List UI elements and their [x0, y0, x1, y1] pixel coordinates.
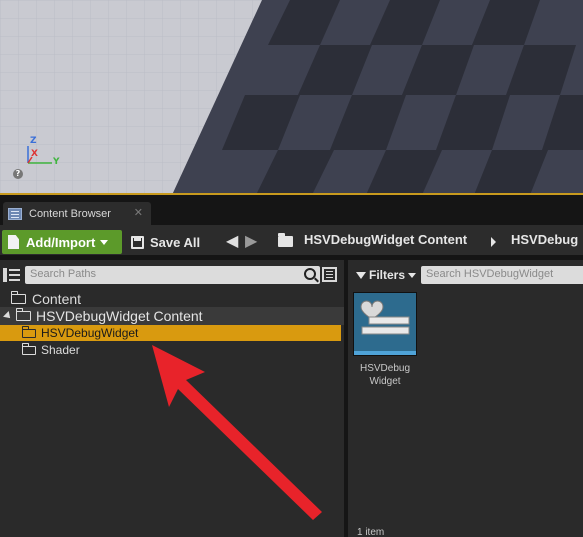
folder-icon — [22, 325, 36, 338]
filters-label: Filters — [369, 268, 406, 282]
new-file-icon — [8, 235, 19, 249]
asset-tile[interactable] — [353, 292, 417, 356]
filters-button[interactable]: Filters — [356, 268, 417, 282]
save-all-label: Save All — [150, 234, 201, 250]
back-arrow-icon[interactable]: ◀ — [226, 233, 238, 249]
axis-x-label: X — [31, 149, 38, 159]
tree-item-label: Content — [32, 291, 82, 307]
view-options-icon[interactable] — [322, 267, 337, 282]
breadcrumb-separator-icon[interactable] — [491, 237, 496, 247]
sources-panel: Search Paths Content HSVDebugWidget Cont… — [0, 260, 344, 537]
folder-icon — [11, 291, 26, 304]
close-icon[interactable]: ✕ — [134, 206, 143, 219]
tree-item-label: HSVDebugWidget — [41, 326, 139, 340]
tree-item-content[interactable]: Content — [11, 291, 81, 307]
axis-z-label: Z — [30, 136, 37, 146]
breadcrumb-item-content[interactable]: HSVDebugWidget Content — [304, 232, 467, 247]
content-browser-icon — [8, 207, 22, 220]
save-icon — [131, 235, 144, 249]
widget-blueprint-icon — [360, 300, 410, 335]
item-count: 1 item — [357, 527, 385, 537]
expand-arrow-icon[interactable] — [3, 311, 13, 321]
tree-item-label: Shader — [41, 343, 80, 357]
chevron-down-icon — [100, 239, 109, 245]
asset-name: HSVDebug Widget — [348, 362, 422, 388]
asset-type-strip — [354, 351, 416, 355]
search-paths-placeholder: Search Paths — [30, 268, 97, 280]
content-browser-toolbar: Add/Import Save All ◀ ▶ HSVDebugWidget C… — [0, 225, 583, 255]
tab-content-browser[interactable]: Content Browser ✕ — [3, 202, 151, 225]
add-import-label: Add/Import — [26, 234, 96, 250]
add-import-button[interactable]: Add/Import — [2, 230, 122, 254]
forward-arrow-icon[interactable]: ▶ — [245, 233, 257, 249]
folder-icon — [22, 342, 36, 355]
search-paths-input[interactable]: Search Paths — [25, 266, 320, 284]
tree-item-hsvdebugwidget-content[interactable]: HSVDebugWidget Content — [0, 307, 344, 325]
breadcrumb-item-widget[interactable]: HSVDebug — [511, 232, 578, 247]
toggle-sources-icon[interactable] — [3, 267, 21, 283]
search-assets-placeholder: Search HSVDebugWidget — [426, 268, 554, 280]
help-icon[interactable]: ? — [13, 169, 23, 179]
asset-name-line2: Widget — [369, 376, 401, 387]
tree-item-shader[interactable]: Shader — [0, 342, 80, 358]
folder-open-icon — [16, 308, 31, 321]
editor-window: Z X Y ? Content Browser ✕ Add/Import Sav… — [0, 0, 583, 537]
level-viewport[interactable]: Z X Y ? — [0, 0, 583, 195]
asset-name-line1: HSVDebug — [359, 363, 411, 374]
folder-open-icon[interactable] — [278, 233, 293, 247]
viewport-scene — [0, 0, 583, 195]
tab-label: Content Browser — [29, 207, 111, 220]
asset-view-panel: Filters Search HSVDebugWidget HSVDebug W… — [348, 260, 583, 537]
tab-bar: Content Browser ✕ — [0, 195, 583, 225]
save-all-button[interactable]: Save All — [128, 230, 218, 254]
content-browser: Content Browser ✕ Add/Import Save All ◀ … — [0, 195, 583, 537]
filter-icon — [356, 271, 366, 279]
tree-item-label: HSVDebugWidget Content — [36, 308, 203, 324]
search-assets-input[interactable]: Search HSVDebugWidget — [421, 266, 583, 284]
tree-item-hsvdebugwidget[interactable]: HSVDebugWidget — [0, 325, 341, 341]
axis-y-label: Y — [53, 157, 60, 167]
search-icon[interactable] — [304, 268, 316, 280]
chevron-down-icon — [408, 272, 417, 278]
